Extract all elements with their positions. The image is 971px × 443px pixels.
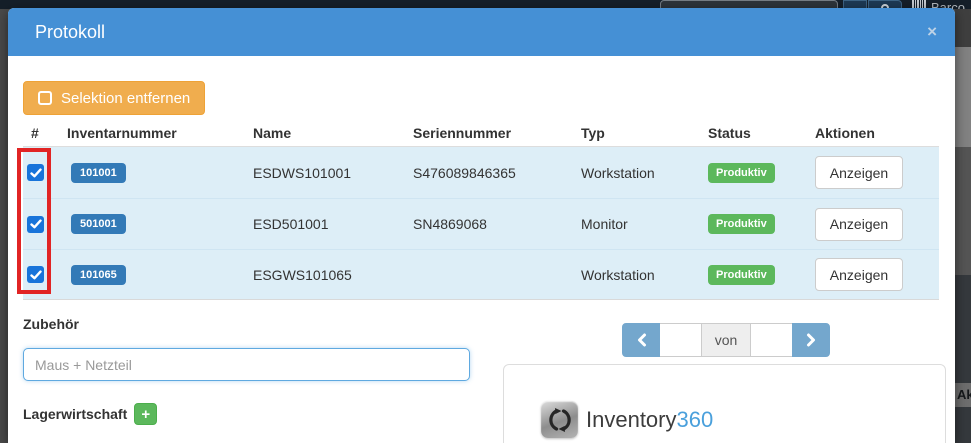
chevron-left-icon (636, 333, 647, 347)
status-badge: Produktiv (708, 214, 775, 234)
col-header-typ: Typ (581, 125, 708, 141)
table-row: 501001 ESD501001 SN4869068 Monitor Produ… (23, 198, 939, 249)
chevron-right-icon (806, 333, 817, 347)
modal-header: Protokoll × (8, 8, 955, 56)
col-header-name: Name (253, 125, 413, 141)
col-header-aktionen: Aktionen (815, 125, 939, 141)
screen: Barco Ak Protokoll × Selektion entfernen… (0, 0, 971, 443)
inventory360-logo-icon (541, 401, 578, 438)
zubehoer-input[interactable] (23, 348, 470, 381)
row-checkbox[interactable] (27, 216, 44, 233)
background-right-strip: Ak (955, 9, 971, 443)
background-block (955, 47, 971, 147)
close-icon[interactable]: × (927, 22, 937, 42)
total-pages-input[interactable] (750, 323, 792, 357)
checkbox-outline-icon (38, 91, 52, 105)
next-page-button[interactable] (792, 323, 830, 357)
previous-page-button[interactable] (622, 323, 660, 357)
info-panel: Inventory360 (503, 364, 946, 443)
table-header-row: # Inventarnummer Name Seriennummer Typ S… (23, 119, 939, 147)
remove-selection-button[interactable]: Selektion entfernen (23, 81, 205, 115)
check-icon (30, 168, 42, 178)
pagination-separator: von (702, 323, 750, 357)
check-icon (30, 270, 42, 280)
serial-number: S476089846365 (413, 165, 581, 181)
background-text-fragment: Ak (955, 383, 971, 407)
asset-name: ESGWS101065 (253, 267, 413, 283)
col-header-inventarnummer: Inventarnummer (67, 125, 253, 141)
asset-type: Workstation (581, 165, 708, 181)
col-header-check: # (23, 125, 67, 141)
logo-text: Inventory360 (586, 407, 713, 433)
row-checkbox[interactable] (27, 164, 44, 181)
table-row: 101001 ESDWS101001 S476089846365 Worksta… (23, 147, 939, 198)
col-header-seriennummer: Seriennummer (413, 125, 581, 141)
asset-type: Monitor (581, 216, 708, 232)
inventory-number-badge: 101001 (71, 163, 126, 183)
background-block (955, 147, 971, 275)
lagerwirtschaft-label: Lagerwirtschaft (23, 406, 127, 422)
inventory360-logo: Inventory360 (541, 401, 713, 438)
check-icon (30, 219, 42, 229)
inventory-number-badge: 101065 (71, 265, 126, 285)
protocol-table: # Inventarnummer Name Seriennummer Typ S… (23, 119, 939, 300)
background-block (955, 275, 971, 443)
pagination: von (622, 323, 830, 357)
row-checkbox[interactable] (27, 266, 44, 283)
show-button[interactable]: Anzeigen (815, 208, 903, 241)
current-page-input[interactable] (660, 323, 702, 357)
show-button[interactable]: Anzeigen (815, 156, 903, 189)
status-badge: Produktiv (708, 163, 775, 183)
modal-title: Protokoll (35, 22, 105, 43)
table-row: 101065 ESGWS101065 Workstation Produktiv… (23, 249, 939, 300)
asset-name: ESDWS101001 (253, 165, 413, 181)
remove-selection-label: Selektion entfernen (61, 90, 190, 107)
inventory-number-badge: 501001 (71, 214, 126, 234)
serial-number: SN4869068 (413, 216, 581, 232)
asset-name: ESD501001 (253, 216, 413, 232)
add-button[interactable]: + (134, 403, 157, 425)
asset-type: Workstation (581, 267, 708, 283)
col-header-status: Status (708, 125, 815, 141)
show-button[interactable]: Anzeigen (815, 258, 903, 291)
status-badge: Produktiv (708, 265, 775, 285)
logo-suffix: 360 (677, 407, 714, 432)
